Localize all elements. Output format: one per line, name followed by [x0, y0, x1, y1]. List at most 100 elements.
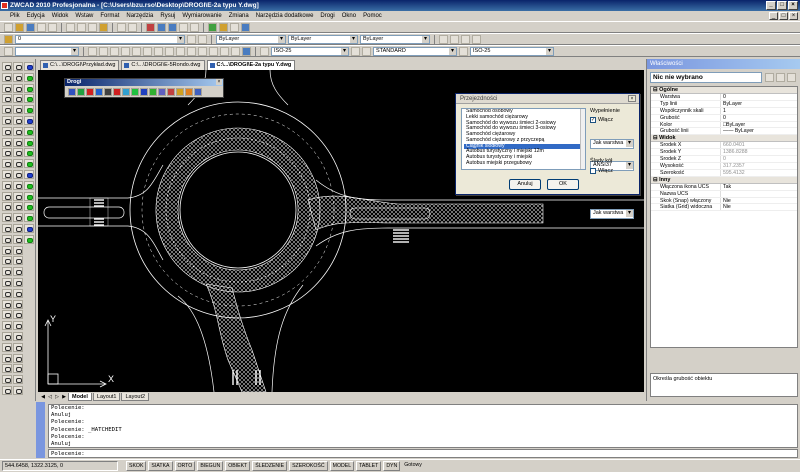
- draw-tool-icon[interactable]: [24, 159, 34, 169]
- property-row[interactable]: Środek X 660.0401: [651, 142, 797, 150]
- status-toggle-biegun[interactable]: BIEGUN: [197, 461, 224, 471]
- doc-tab-e2a[interactable]: C:\...\DROGI\E-2a typu Y.dwg: [206, 59, 296, 70]
- undo-icon[interactable]: [117, 22, 126, 32]
- help-icon[interactable]: [241, 22, 250, 32]
- next-tab-icon[interactable]: ▷: [54, 393, 60, 401]
- draw-tool-icon[interactable]: [13, 321, 23, 331]
- layer-manager-icon[interactable]: [4, 34, 13, 44]
- maximize-button[interactable]: □: [777, 1, 787, 10]
- draw-tool-icon[interactable]: [13, 299, 23, 309]
- menu-item-narzedzia[interactable]: Narzędzia: [126, 11, 153, 21]
- draw-tool-icon[interactable]: [13, 94, 23, 104]
- dim-update-icon[interactable]: [231, 46, 240, 56]
- draw-tool-icon[interactable]: [13, 278, 23, 287]
- wheel-layer-combo[interactable]: Jak warstwa: [590, 209, 634, 219]
- arc-icon[interactable]: [472, 34, 481, 44]
- property-value[interactable]: —— ByLayer: [721, 128, 797, 134]
- draw-tool-icon[interactable]: [13, 159, 23, 169]
- tolerance-icon[interactable]: [187, 46, 196, 56]
- draw-tool-icon[interactable]: [2, 342, 12, 352]
- draw-tool-icon[interactable]: [13, 234, 23, 244]
- ok-button[interactable]: OK: [547, 179, 579, 190]
- property-category[interactable]: ⊟ Widok: [651, 135, 797, 143]
- draw-tool-icon[interactable]: [2, 159, 12, 169]
- status-toggle-model[interactable]: MODEL: [329, 461, 355, 471]
- prev-tab-icon[interactable]: ◁: [47, 393, 53, 401]
- draw-tool-icon[interactable]: [2, 256, 12, 266]
- vehicle-list-scrollbar[interactable]: [580, 109, 585, 169]
- draw-tool-icon[interactable]: [2, 386, 12, 395]
- dim-diameter-icon[interactable]: [132, 46, 141, 56]
- dimstyle2-combo[interactable]: ISO-25: [470, 46, 554, 56]
- dim-style-icon[interactable]: [242, 46, 251, 56]
- textstyle-combo[interactable]: ISO-25: [271, 46, 349, 56]
- doc-minimize-button[interactable]: _: [769, 12, 778, 20]
- dim-linear-icon[interactable]: [88, 46, 97, 56]
- draw-tool-icon[interactable]: [2, 213, 12, 223]
- tab-layout2[interactable]: Layout2: [121, 393, 150, 401]
- view-combo[interactable]: [15, 46, 79, 56]
- wheel-checkbox[interactable]: [590, 168, 596, 174]
- draw-tool-icon[interactable]: [13, 72, 23, 82]
- linetype-combo[interactable]: ByLayer: [288, 34, 358, 44]
- open-file-icon[interactable]: [15, 22, 24, 32]
- dimstyle-override-icon[interactable]: [362, 46, 371, 56]
- layer-combo[interactable]: 0: [15, 34, 185, 44]
- draw-tool-icon[interactable]: [13, 137, 23, 147]
- drogi-tool-icon[interactable]: [176, 88, 184, 96]
- property-value[interactable]: 1: [721, 108, 797, 114]
- drogi-tool-icon[interactable]: [122, 88, 130, 96]
- pickadd-icon[interactable]: [787, 73, 796, 82]
- dialog-close-button[interactable]: ×: [628, 95, 636, 102]
- menu-item-widok[interactable]: Widok: [52, 11, 69, 21]
- drogi-tool-icon[interactable]: [95, 88, 103, 96]
- drogi-tool-icon[interactable]: [113, 88, 121, 96]
- property-value[interactable]: Nie: [721, 198, 797, 204]
- save-icon[interactable]: [26, 22, 35, 32]
- drogi-tool-icon[interactable]: [104, 88, 112, 96]
- draw-tool-icon[interactable]: [13, 126, 23, 136]
- tab-model[interactable]: Model: [68, 393, 92, 401]
- draw-tool-icon[interactable]: [13, 386, 23, 395]
- dim-edit-icon[interactable]: [209, 46, 218, 56]
- drogi-tool-icon[interactable]: [140, 88, 148, 96]
- draw-tool-icon[interactable]: [13, 202, 23, 212]
- pan-icon[interactable]: [146, 22, 155, 32]
- property-row[interactable]: Kolor □ByLayer: [651, 121, 797, 129]
- draw-tool-icon[interactable]: [13, 213, 23, 223]
- draw-tool-icon[interactable]: [2, 180, 12, 190]
- property-value[interactable]: 0: [721, 115, 797, 121]
- property-value[interactable]: 317.2357: [721, 163, 797, 169]
- menu-item-narzedzia-dodatkowe[interactable]: Narzędzia dodatkowe: [256, 11, 314, 21]
- menu-item-wstaw[interactable]: Wstaw: [75, 11, 93, 21]
- properties-icon[interactable]: [208, 22, 217, 32]
- status-toggle-dyn[interactable]: DYN: [383, 461, 401, 471]
- print-icon[interactable]: [37, 22, 46, 32]
- property-value[interactable]: □ByLayer: [721, 122, 797, 128]
- new-file-icon[interactable]: [4, 22, 13, 32]
- tab-layout1[interactable]: Layout1: [92, 393, 121, 401]
- drogi-tool-icon[interactable]: [68, 88, 76, 96]
- fill-checkbox[interactable]: ✓: [590, 117, 596, 123]
- dim-ordinate-icon[interactable]: [110, 46, 119, 56]
- property-category[interactable]: ⊟ Inny: [651, 176, 797, 184]
- draw-tool-icon[interactable]: [2, 126, 12, 136]
- property-row[interactable]: Wysokość 317.2357: [651, 163, 797, 170]
- selection-combo[interactable]: Nic nie wybrano: [650, 72, 762, 83]
- draw-tool-icon[interactable]: [24, 224, 34, 233]
- zoom-previous-icon[interactable]: [179, 22, 188, 32]
- draw-tool-icon[interactable]: [13, 62, 23, 71]
- property-row[interactable]: Siatka (Grid) widoczna Nie: [651, 204, 797, 212]
- drogi-tool-icon[interactable]: [77, 88, 85, 96]
- property-category[interactable]: ⊟ Ogólne: [651, 87, 797, 94]
- property-value[interactable]: 1386.8288: [721, 149, 797, 155]
- property-value[interactable]: 660.0401: [721, 142, 797, 148]
- draw-tool-icon[interactable]: [2, 299, 12, 309]
- draw-tool-icon[interactable]: [24, 105, 34, 115]
- property-row[interactable]: Warstwa 0: [651, 94, 797, 101]
- draw-tool-icon[interactable]: [24, 116, 34, 125]
- line-icon[interactable]: [439, 34, 448, 44]
- dim-text-edit-icon[interactable]: [220, 46, 229, 56]
- draw-tool-icon[interactable]: [2, 148, 12, 158]
- drogi-tool-icon[interactable]: [158, 88, 166, 96]
